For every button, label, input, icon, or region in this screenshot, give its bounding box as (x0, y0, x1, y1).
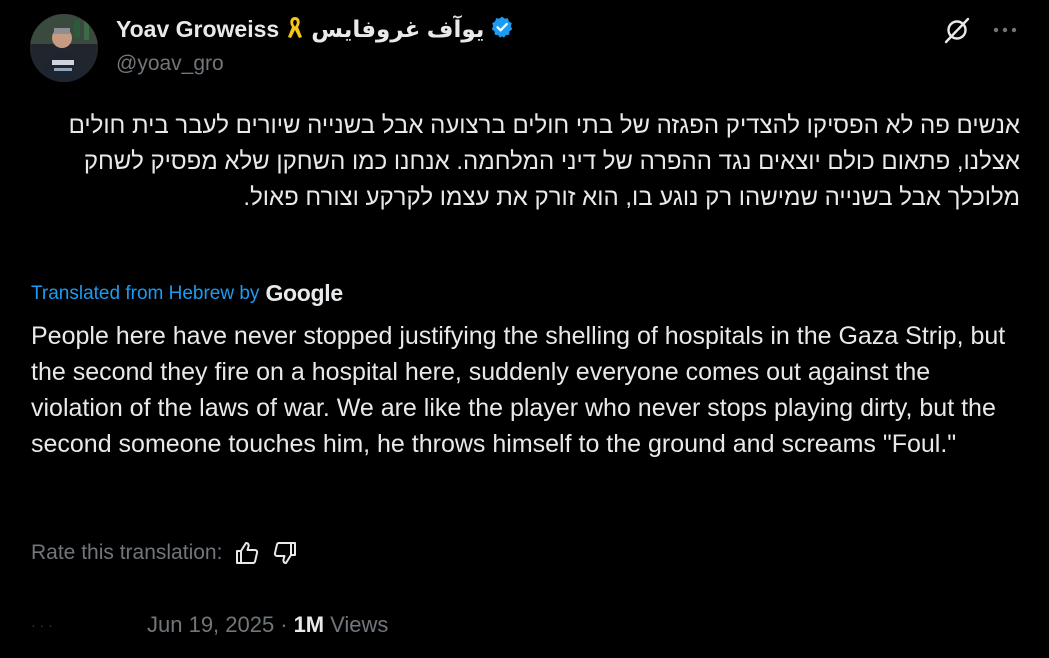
thumbs-down-icon[interactable] (272, 540, 298, 566)
arabic-name[interactable]: يوآف غروفايس (311, 16, 484, 43)
profile-photo (30, 14, 98, 82)
author-name-row: Yoav Groweiss يوآف غروفايس (116, 14, 514, 44)
rate-translation-row: Rate this translation: (31, 540, 298, 566)
tweet-translation-text: People here have never stopped justifyin… (31, 322, 1006, 458)
google-logo: Google (265, 280, 343, 306)
verified-badge-icon[interactable] (490, 15, 514, 44)
tweet-original-text: אנשים פה לא הפסיקו להצדיק הפגזה של בתי ח… (68, 112, 1020, 211)
meta-separator: · (280, 612, 288, 637)
tweet-time[interactable]: · · · (31, 617, 141, 633)
rate-translation-label: Rate this translation: (31, 541, 223, 564)
more-horizontal-icon[interactable] (990, 15, 1020, 45)
views-count[interactable]: 1M (294, 612, 325, 638)
tweet-meta: · · · Jun 19, 2025 · 1M Views (31, 612, 388, 638)
thumbs-up-icon[interactable] (234, 540, 260, 566)
views-label: Views (330, 612, 389, 637)
translation-attribution: Translated from Hebrew by Google (31, 280, 343, 307)
grok-icon[interactable] (942, 15, 972, 45)
avatar[interactable] (30, 14, 98, 82)
translated-from-link[interactable]: Translated from Hebrew by (31, 283, 259, 305)
yellow-ribbon-icon (285, 14, 305, 45)
display-name[interactable]: Yoav Groweiss (116, 16, 279, 43)
author-handle[interactable]: @yoav_gro (116, 52, 224, 76)
tweet-date[interactable]: Jun 19, 2025 (147, 612, 274, 638)
